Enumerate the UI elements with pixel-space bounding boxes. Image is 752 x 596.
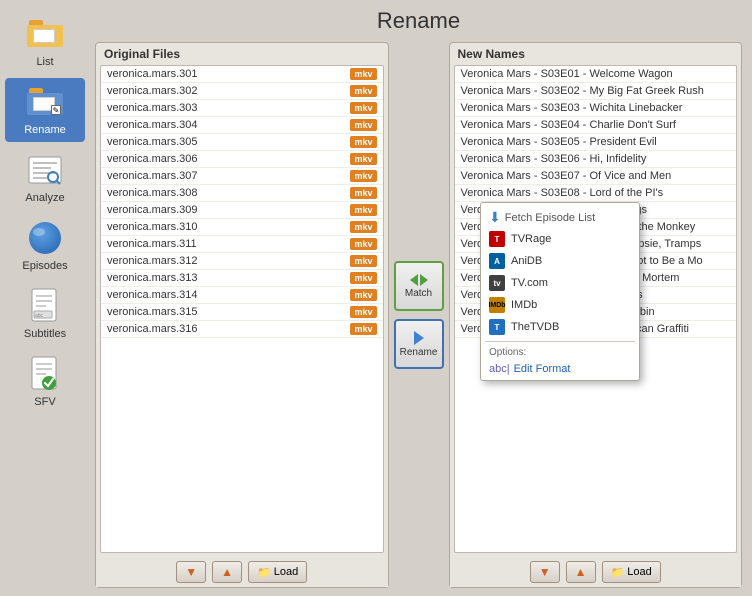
- sidebar-list-label: List: [36, 56, 53, 68]
- new-names-panel-title: New Names: [450, 43, 742, 65]
- match-button[interactable]: Match: [394, 261, 444, 311]
- rename-action-button[interactable]: Rename: [394, 319, 444, 369]
- original-load-button[interactable]: 📁 Load: [248, 561, 307, 583]
- svg-text:abc: abc: [35, 313, 44, 319]
- original-up-button[interactable]: ▲: [212, 561, 242, 583]
- new-name-item[interactable]: Veronica Mars - S03E02 - My Big Fat Gree…: [455, 83, 737, 100]
- original-file-item[interactable]: veronica.mars.309mkv: [101, 202, 383, 219]
- list-icon: [23, 16, 67, 52]
- new-name-item[interactable]: Veronica Mars - S03E08 - Lord of the PI'…: [455, 185, 737, 202]
- sidebar-item-subtitles[interactable]: abc Subtitles: [5, 282, 85, 346]
- sidebar-item-rename[interactable]: ✎ Rename: [5, 78, 85, 142]
- imdb-icon: IMDb: [489, 297, 505, 313]
- folder-load-icon2: 📁: [611, 566, 625, 579]
- up-arrow-icon: ▲: [221, 565, 233, 579]
- dropdown-divider: [485, 341, 635, 342]
- sidebar-episodes-label: Episodes: [22, 260, 67, 272]
- folder-load-icon: 📁: [257, 566, 271, 579]
- subtitles-icon: abc: [23, 288, 67, 324]
- tvrage-icon: T: [489, 231, 505, 247]
- match-label: Match: [405, 288, 432, 299]
- original-file-item[interactable]: veronica.mars.302mkv: [101, 83, 383, 100]
- main-area: Rename Original Files veronica.mars.301m…: [90, 0, 752, 596]
- original-file-item[interactable]: veronica.mars.311mkv: [101, 236, 383, 253]
- original-file-item[interactable]: veronica.mars.313mkv: [101, 270, 383, 287]
- original-down-button[interactable]: ▼: [176, 561, 206, 583]
- original-file-item[interactable]: veronica.mars.310mkv: [101, 219, 383, 236]
- rename-icon: ✎: [23, 84, 67, 120]
- rename-arrow-icon: [414, 331, 424, 345]
- down-arrow-icon: ▼: [185, 565, 197, 579]
- original-file-item[interactable]: veronica.mars.312mkv: [101, 253, 383, 270]
- original-file-item[interactable]: veronica.mars.305mkv: [101, 134, 383, 151]
- thetvdb-icon: T: [489, 319, 505, 335]
- new-name-item[interactable]: Veronica Mars - S03E04 - Charlie Don't S…: [455, 117, 737, 134]
- original-file-item[interactable]: veronica.mars.316mkv: [101, 321, 383, 338]
- middle-buttons-area: Match Rename: [389, 42, 449, 588]
- dropdown-tvcom[interactable]: tv TV.com: [481, 272, 639, 294]
- original-file-item[interactable]: veronica.mars.315mkv: [101, 304, 383, 321]
- new-name-item[interactable]: Veronica Mars - S03E01 - Welcome Wagon: [455, 66, 737, 83]
- fetch-episode-dropdown: ⬇ Fetch Episode List T TVRage A AniDB tv…: [480, 202, 640, 381]
- sidebar-subtitles-label: Subtitles: [24, 328, 66, 340]
- new-name-item[interactable]: Veronica Mars - S03E03 - Wichita Linebac…: [455, 100, 737, 117]
- dropdown-imdb[interactable]: IMDb IMDb: [481, 294, 639, 316]
- dropdown-anidb[interactable]: A AniDB: [481, 250, 639, 272]
- sidebar-item-list[interactable]: List: [5, 10, 85, 74]
- sidebar-item-analyze[interactable]: Analyze: [5, 146, 85, 210]
- original-file-item[interactable]: veronica.mars.301mkv: [101, 66, 383, 83]
- original-file-item[interactable]: veronica.mars.306mkv: [101, 151, 383, 168]
- dropdown-thetvdb[interactable]: T TheTVDB: [481, 316, 639, 338]
- original-files-panel: Original Files veronica.mars.301mkvveron…: [95, 42, 389, 588]
- sidebar-item-sfv[interactable]: SFV: [5, 350, 85, 414]
- sidebar-item-episodes[interactable]: Episodes: [5, 214, 85, 278]
- page-title: Rename: [95, 8, 742, 34]
- rename-label: Rename: [400, 347, 438, 358]
- edit-format-icon: abc|: [489, 363, 510, 375]
- dropdown-tvrage[interactable]: T TVRage: [481, 228, 639, 250]
- fetch-icon: ⬇: [489, 209, 501, 226]
- new-names-load-button[interactable]: 📁 Load: [602, 561, 661, 583]
- new-name-item[interactable]: Veronica Mars - S03E05 - President Evil: [455, 134, 737, 151]
- original-file-item[interactable]: veronica.mars.308mkv: [101, 185, 383, 202]
- analyze-icon: [23, 152, 67, 188]
- sfv-icon: [23, 356, 67, 392]
- sidebar: List ✎ Rename Analyze: [0, 0, 90, 596]
- original-panel-footer: ▼ ▲ 📁 Load: [96, 557, 388, 587]
- new-names-down-button[interactable]: ▼: [530, 561, 560, 583]
- original-panel-title: Original Files: [96, 43, 388, 65]
- sidebar-analyze-label: Analyze: [25, 192, 64, 204]
- original-file-item[interactable]: veronica.mars.307mkv: [101, 168, 383, 185]
- dropdown-header: ⬇ Fetch Episode List: [481, 205, 639, 228]
- edit-format-button[interactable]: abc| Edit Format: [481, 360, 639, 378]
- tvcom-icon: tv: [489, 275, 505, 291]
- up-arrow-icon2: ▲: [575, 565, 587, 579]
- sidebar-sfv-label: SFV: [34, 396, 55, 408]
- match-arrows-icon: [410, 274, 428, 286]
- panels-area: Original Files veronica.mars.301mkvveron…: [95, 42, 742, 588]
- original-file-item[interactable]: veronica.mars.303mkv: [101, 100, 383, 117]
- options-label: Options:: [481, 345, 639, 360]
- new-name-item[interactable]: Veronica Mars - S03E06 - Hi, Infidelity: [455, 151, 737, 168]
- down-arrow-icon2: ▼: [539, 565, 551, 579]
- anidb-icon: A: [489, 253, 505, 269]
- original-file-item[interactable]: veronica.mars.314mkv: [101, 287, 383, 304]
- new-names-up-button[interactable]: ▲: [566, 561, 596, 583]
- original-files-list[interactable]: veronica.mars.301mkvveronica.mars.302mkv…: [100, 65, 384, 553]
- sidebar-rename-label: Rename: [24, 124, 66, 136]
- episodes-icon: [23, 220, 67, 256]
- new-name-item[interactable]: Veronica Mars - S03E07 - Of Vice and Men: [455, 168, 737, 185]
- original-file-item[interactable]: veronica.mars.304mkv: [101, 117, 383, 134]
- new-names-panel-footer: ▼ ▲ 📁 Load: [450, 557, 742, 587]
